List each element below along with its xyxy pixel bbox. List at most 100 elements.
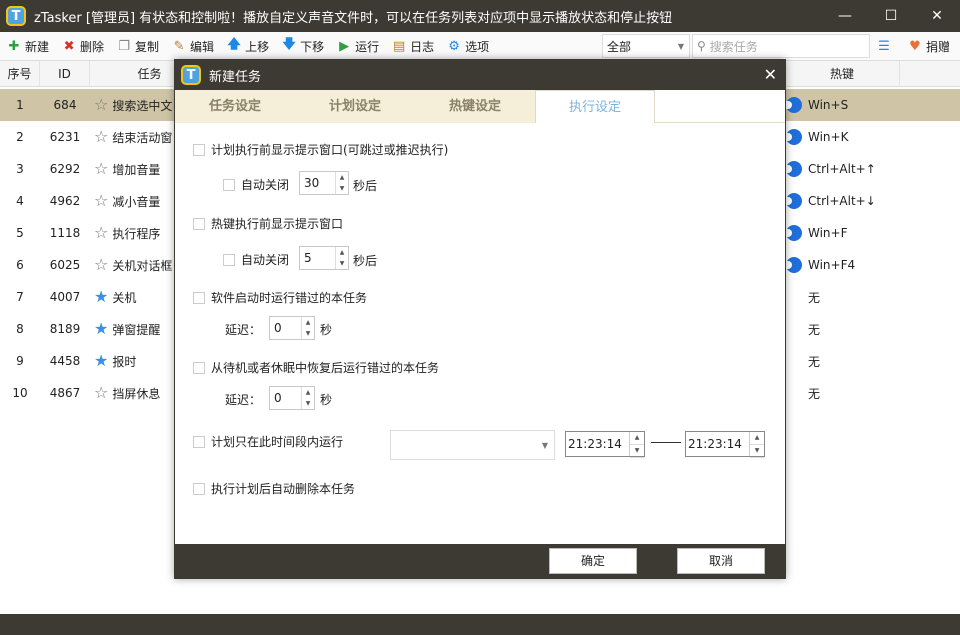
hotkey-seconds-arrows[interactable]: ▲ ▼	[335, 247, 348, 269]
star-icon[interactable]: ☆	[94, 97, 108, 113]
delete-after-checkbox[interactable]	[193, 482, 205, 495]
dialog-logo-icon: T	[181, 65, 201, 85]
prompt-before-plan-checkbox[interactable]	[193, 143, 205, 156]
prompt-before-plan-option[interactable]: 计划执行前显示提示窗口(可跳过或推迟执行)	[193, 141, 448, 158]
stepper-down-icon[interactable]: ▼	[336, 183, 348, 194]
dialog-title: 新建任务	[209, 69, 262, 85]
toggle-switch-icon[interactable]	[786, 97, 802, 113]
stepper-up-icon[interactable]: ▲	[630, 432, 644, 445]
run-missed-resume-checkbox[interactable]	[193, 361, 205, 374]
stepper-up-icon[interactable]: ▲	[336, 247, 348, 258]
star-icon[interactable]: ☆	[94, 161, 108, 177]
startup-delay-stepper[interactable]: 0 ▲ ▼	[269, 316, 315, 340]
prompt-before-hotkey-checkbox[interactable]	[193, 217, 205, 230]
time-end-picker[interactable]: 21:23:14 ▲ ▼	[685, 431, 765, 458]
period-type-select[interactable]: ▼	[390, 430, 555, 460]
tab-hotkey-settings[interactable]: 热键设定	[415, 90, 535, 123]
toggle-switch-icon[interactable]	[786, 129, 802, 145]
prompt-before-hotkey-option[interactable]: 热键执行前显示提示窗口	[193, 215, 343, 232]
plan-auto-close-checkbox[interactable]	[223, 178, 235, 191]
row-task: ☆ 增加音量	[90, 161, 180, 178]
stepper-up-icon[interactable]: ▲	[336, 172, 348, 183]
run-in-period-option[interactable]: 计划只在此时间段内运行	[193, 433, 343, 450]
hotkey-auto-close-checkbox[interactable]	[223, 253, 235, 266]
star-icon[interactable]: ★	[94, 321, 108, 337]
log-button[interactable]: ▤ 日志	[385, 34, 440, 58]
row-task: ☆ 挡屏休息	[90, 385, 180, 402]
stepper-down-icon[interactable]: ▼	[302, 398, 314, 409]
tab-execution-settings[interactable]: 执行设定	[535, 90, 655, 123]
filter-select[interactable]: 全部 ▼	[602, 34, 690, 58]
window-controls: — ☐ ✕	[822, 0, 960, 32]
row-task-name: 增加音量	[112, 162, 161, 177]
stepper-down-icon[interactable]: ▼	[336, 258, 348, 269]
stepper-down-icon[interactable]: ▼	[302, 328, 314, 339]
hotkey-auto-close-option[interactable]: 自动关闭	[223, 251, 289, 268]
row-number: 6	[16, 258, 24, 272]
close-button[interactable]: ✕	[914, 0, 960, 32]
list-icon: ☰	[878, 38, 890, 54]
stepper-up-icon[interactable]: ▲	[750, 432, 764, 445]
row-hotkey-text: Win+K	[808, 130, 849, 144]
tab-plan-settings[interactable]: 计划设定	[295, 90, 415, 123]
row-number: 10	[12, 386, 28, 400]
header-hotkey[interactable]: 热键	[785, 61, 900, 87]
resume-delay-arrows[interactable]: ▲ ▼	[301, 387, 314, 409]
ok-button[interactable]: 确定	[549, 548, 637, 574]
search-input[interactable]: ⚲ 搜索任务	[692, 34, 870, 58]
hotkey-seconds-stepper[interactable]: 5 ▲ ▼	[299, 246, 349, 270]
run-missed-startup-checkbox[interactable]	[193, 291, 205, 304]
options-button[interactable]: ⚙ 选项	[440, 34, 495, 58]
edit-button[interactable]: ✎ 编辑	[165, 34, 220, 58]
star-icon[interactable]: ☆	[94, 225, 108, 241]
run-in-period-checkbox[interactable]	[193, 435, 205, 448]
plan-seconds-arrows[interactable]: ▲ ▼	[335, 172, 348, 194]
cancel-button[interactable]: 取消	[677, 548, 765, 574]
time-end-arrows[interactable]: ▲ ▼	[749, 432, 764, 458]
header-no[interactable]: 序号	[0, 61, 40, 87]
run-missed-resume-option[interactable]: 从待机或者休眠中恢复后运行错过的本任务	[193, 359, 439, 376]
heart-icon: ♥	[909, 38, 921, 54]
new-button[interactable]: ✚ 新建	[0, 34, 55, 58]
row-number: 3	[16, 162, 24, 176]
dialog-close-icon[interactable]: ✕	[764, 65, 777, 84]
header-id[interactable]: ID	[40, 61, 90, 87]
row-hotkey: Ctrl+Alt+↓	[786, 193, 876, 209]
star-icon[interactable]: ☆	[94, 257, 108, 273]
toggle-switch-icon[interactable]	[786, 257, 802, 273]
stepper-up-icon[interactable]: ▲	[302, 387, 314, 398]
stepper-up-icon[interactable]: ▲	[302, 317, 314, 328]
star-icon[interactable]: ☆	[94, 385, 108, 401]
row-id: 4867	[49, 386, 81, 400]
run-missed-startup-option[interactable]: 软件启动时运行错过的本任务	[193, 289, 367, 306]
status-bar	[0, 614, 960, 635]
star-icon[interactable]: ☆	[94, 193, 108, 209]
toggle-switch-icon[interactable]	[786, 225, 802, 241]
star-icon[interactable]: ★	[94, 353, 108, 369]
run-button[interactable]: ▶ 运行	[330, 34, 385, 58]
time-start-arrows[interactable]: ▲ ▼	[629, 432, 644, 458]
move-up-button[interactable]: 🡅 上移	[220, 34, 275, 58]
delete-button[interactable]: ✖ 删除	[55, 34, 110, 58]
plan-seconds-stepper[interactable]: 30 ▲ ▼	[299, 171, 349, 195]
time-start-picker[interactable]: 21:23:14 ▲ ▼	[565, 431, 645, 458]
tab-task-settings[interactable]: 任务设定	[175, 90, 295, 123]
toggle-switch-icon[interactable]	[786, 161, 802, 177]
startup-delay-arrows[interactable]: ▲ ▼	[301, 317, 314, 339]
hotkey-seconds-after-label: 秒后	[353, 254, 378, 268]
donate-label: 捐赠	[925, 39, 950, 54]
star-icon[interactable]: ☆	[94, 129, 108, 145]
copy-button[interactable]: ❐ 复制	[110, 34, 165, 58]
star-icon[interactable]: ★	[94, 289, 108, 305]
resume-delay-stepper[interactable]: 0 ▲ ▼	[269, 386, 315, 410]
move-down-button[interactable]: 🡇 下移	[275, 34, 330, 58]
donate-button[interactable]: ♥ 捐赠	[901, 34, 956, 58]
list-view-button[interactable]: ☰	[870, 34, 901, 58]
plan-auto-close-option[interactable]: 自动关闭	[223, 176, 289, 193]
stepper-down-icon[interactable]: ▼	[750, 445, 764, 458]
toggle-switch-icon[interactable]	[786, 193, 802, 209]
delete-after-option[interactable]: 执行计划后自动删除本任务	[193, 480, 355, 497]
stepper-down-icon[interactable]: ▼	[630, 445, 644, 458]
maximize-button[interactable]: ☐	[868, 0, 914, 32]
minimize-button[interactable]: —	[822, 0, 868, 32]
